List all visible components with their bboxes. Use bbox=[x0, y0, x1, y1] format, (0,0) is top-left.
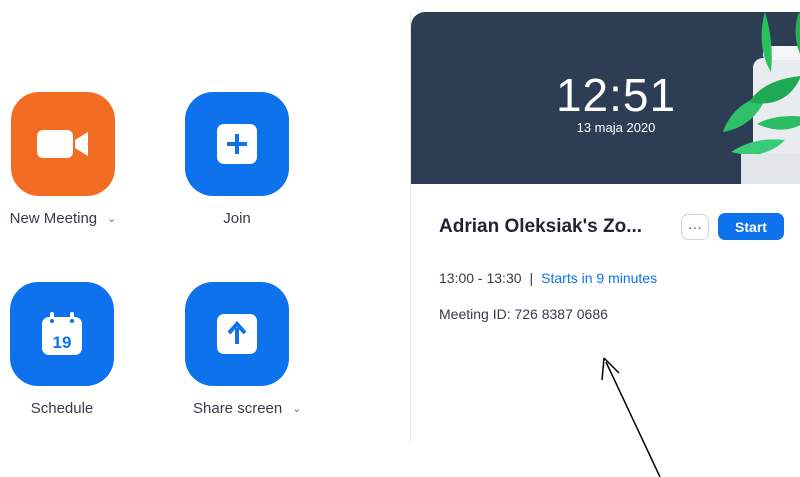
clock-time: 12:51 bbox=[555, 69, 677, 121]
new-meeting-button[interactable] bbox=[11, 92, 115, 196]
meeting-time-range: 13:00 - 13:30 bbox=[439, 270, 522, 286]
chevron-down-icon[interactable]: ⌄ bbox=[107, 212, 116, 225]
clock-date: 13 maja 2020 bbox=[576, 120, 656, 135]
share-screen-label: Share screen bbox=[193, 400, 283, 417]
starts-in-link[interactable]: Starts in 9 minutes bbox=[541, 270, 657, 286]
calendar-icon: 19 bbox=[42, 312, 82, 355]
schedule-label: Schedule bbox=[30, 400, 94, 417]
new-meeting-tile[interactable]: New Meeting ⌄ bbox=[0, 92, 126, 227]
share-screen-button[interactable] bbox=[185, 282, 289, 386]
video-camera-icon bbox=[37, 130, 88, 158]
join-label: Join bbox=[223, 210, 251, 227]
plus-icon bbox=[217, 124, 257, 164]
join-tile[interactable]: Join bbox=[185, 92, 289, 227]
chevron-down-icon[interactable]: ⌄ bbox=[292, 402, 301, 415]
meeting-title: Adrian Oleksiak's Zo... bbox=[439, 216, 643, 237]
upcoming-meeting-card: 12:51 13 maja 2020 Adrian Oleksiak's Zo.… bbox=[410, 12, 800, 442]
time-separator: | bbox=[529, 270, 534, 286]
more-options-button[interactable]: ··· bbox=[681, 214, 709, 240]
calendar-day: 19 bbox=[53, 333, 72, 352]
meeting-time-row: 13:00 - 13:30 | Starts in 9 minutes bbox=[439, 270, 657, 286]
clock-banner: 12:51 13 maja 2020 bbox=[411, 12, 800, 184]
new-meeting-label: New Meeting bbox=[9, 210, 98, 227]
arrow-up-icon bbox=[217, 314, 257, 354]
schedule-tile[interactable]: 19 Schedule bbox=[10, 282, 114, 417]
share-screen-tile[interactable]: Share screen ⌄ bbox=[185, 282, 311, 417]
plant-illustration bbox=[723, 12, 800, 184]
meeting-id: Meeting ID: 726 8387 0686 bbox=[439, 306, 608, 322]
schedule-button[interactable]: 19 bbox=[10, 282, 114, 386]
join-button[interactable] bbox=[185, 92, 289, 196]
start-meeting-button[interactable]: Start bbox=[718, 213, 784, 240]
